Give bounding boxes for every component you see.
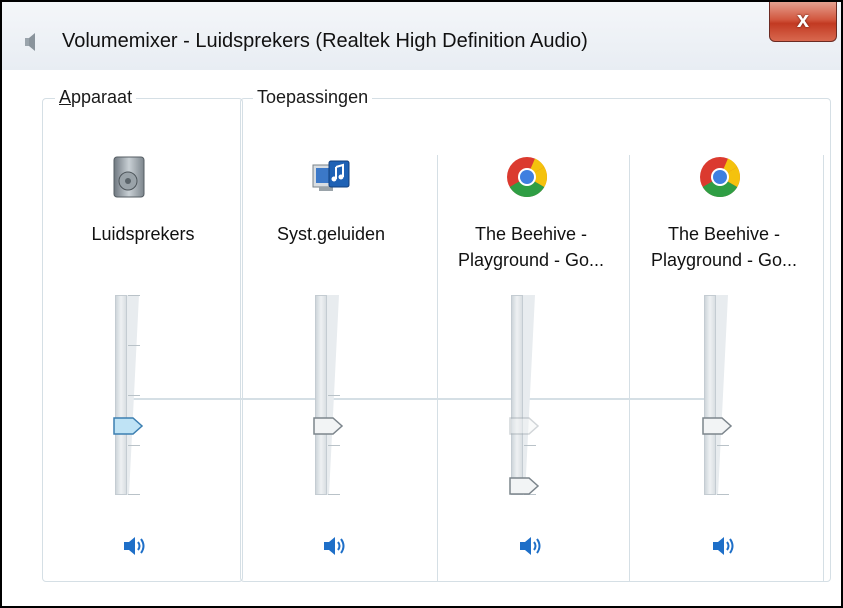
- tick: [128, 445, 140, 446]
- tick: [717, 445, 729, 446]
- tick: [128, 295, 140, 296]
- applications-group-label: Toepassingen: [253, 87, 373, 108]
- device-mute-speaker-icon[interactable]: [123, 535, 149, 557]
- device-group-label: Apparaat: [55, 87, 137, 108]
- volume-mixer-window: Volumemixer - Luidsprekers (Realtek High…: [0, 0, 843, 608]
- close-button[interactable]: x: [769, 2, 837, 42]
- system-sounds-icon: [312, 160, 350, 191]
- app-volume-ramp: [716, 295, 728, 495]
- app-volume-thumb[interactable]: [313, 417, 343, 435]
- app-mute-speaker-icon[interactable]: [712, 535, 738, 557]
- tick: [328, 445, 340, 446]
- device-volume-track[interactable]: [115, 295, 127, 495]
- speaker-icon: [25, 33, 35, 51]
- window-title: Volumemixer - Luidsprekers (Realtek High…: [62, 30, 588, 52]
- tick: [128, 345, 140, 346]
- tick: [524, 445, 536, 446]
- applications-group: Toepassingen Syst.geluiden The Beehive -…: [240, 87, 831, 582]
- close-icon: x: [796, 7, 810, 32]
- app-volume-track[interactable]: [511, 295, 523, 495]
- column-separator: [437, 155, 438, 581]
- app-volume-track[interactable]: [315, 295, 327, 495]
- app-volume-ghost-thumb: [509, 417, 539, 435]
- app-volume-thumb[interactable]: [509, 477, 539, 495]
- speaker-device-icon: [113, 156, 145, 198]
- mixer-content: Apparaat Luidsprekers Toepassingen Syst.…: [10, 72, 833, 600]
- app-name: The Beehive - Playground - Go...: [650, 224, 798, 270]
- chrome-icon: [700, 157, 740, 197]
- app-volume-track[interactable]: [704, 295, 716, 495]
- device-group: Apparaat Luidsprekers: [42, 87, 243, 582]
- title-bar[interactable]: Volumemixer - Luidsprekers (Realtek High…: [2, 2, 841, 70]
- tick: [128, 395, 140, 396]
- app-name: The Beehive - Playground - Go...: [457, 224, 605, 270]
- column-separator: [629, 155, 630, 581]
- tick: [328, 395, 340, 396]
- tick: [128, 494, 140, 495]
- app-name: Syst.geluiden: [276, 224, 386, 244]
- tick: [717, 494, 729, 495]
- app-mute-speaker-icon[interactable]: [323, 535, 349, 557]
- chrome-icon: [507, 157, 547, 197]
- tick: [328, 494, 340, 495]
- device-volume-thumb[interactable]: [113, 417, 143, 435]
- column-separator: [823, 155, 824, 581]
- app-volume-ramp: [523, 295, 535, 495]
- device-name: Luidsprekers: [91, 224, 195, 244]
- app-volume-thumb[interactable]: [702, 417, 732, 435]
- app-mute-speaker-icon[interactable]: [519, 535, 545, 557]
